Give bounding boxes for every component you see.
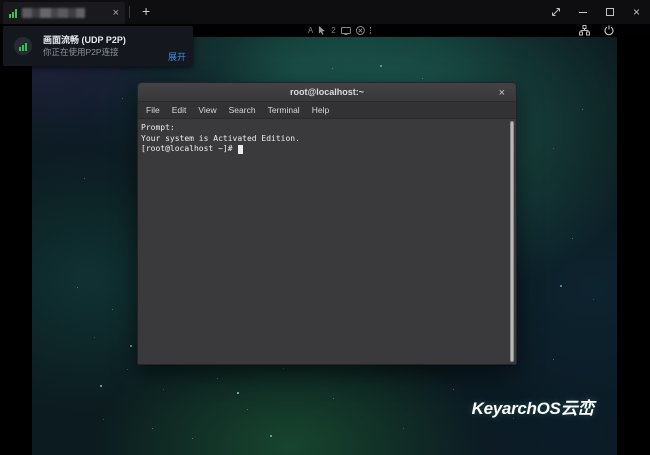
terminal-line: Your system is Activated Edition. xyxy=(141,134,515,145)
more-options-icon[interactable] xyxy=(370,27,372,34)
signal-quality-icon xyxy=(14,37,32,55)
menu-edit[interactable]: Edit xyxy=(166,105,193,115)
menu-help[interactable]: Help xyxy=(306,105,335,115)
display-number-label: 2 xyxy=(331,27,335,35)
terminal-window: root@localhost:~ × File Edit View Search… xyxy=(137,82,517,365)
terminal-prompt-line: [root@localhost ~]# xyxy=(141,144,515,155)
menu-file[interactable]: File xyxy=(140,105,166,115)
terminal-menubar: File Edit View Search Terminal Help xyxy=(138,102,516,119)
new-tab-button[interactable]: + xyxy=(134,0,158,24)
connection-notification: 画面流畅 (UDP P2P) 你正在使用P2P连接 展开 xyxy=(3,26,193,66)
toolbar-right-icons xyxy=(579,24,614,37)
power-icon[interactable] xyxy=(604,25,614,36)
censored-tab-title xyxy=(22,8,105,18)
maximize-icon xyxy=(606,8,614,16)
fullscreen-button[interactable] xyxy=(542,0,569,24)
maximize-button[interactable] xyxy=(596,0,623,24)
network-icon[interactable] xyxy=(579,25,590,36)
tab-close-icon[interactable]: × xyxy=(113,8,119,19)
signal-bars-icon xyxy=(9,9,17,18)
display-icon[interactable] xyxy=(341,27,351,35)
menu-terminal[interactable]: Terminal xyxy=(262,105,306,115)
cursor-icon[interactable] xyxy=(318,26,326,35)
tab-bar: × + × xyxy=(0,0,650,24)
menu-search[interactable]: Search xyxy=(223,105,262,115)
terminal-title: root@localhost:~ xyxy=(290,87,364,97)
notification-expand-link[interactable]: 展开 xyxy=(168,50,186,63)
terminal-cursor xyxy=(238,145,243,154)
session-tab[interactable]: × xyxy=(3,2,125,24)
menu-view[interactable]: View xyxy=(192,105,222,115)
minimize-icon xyxy=(579,12,587,13)
window-close-button[interactable]: × xyxy=(623,0,650,24)
minimize-button[interactable] xyxy=(569,0,596,24)
fullscreen-icon xyxy=(551,7,561,17)
tab-divider xyxy=(129,6,130,18)
terminal-line: Prompt: xyxy=(141,123,515,134)
terminal-scrollbar[interactable] xyxy=(508,121,515,362)
terminal-prompt: [root@localhost ~]# xyxy=(141,144,237,155)
notification-subtitle: 你正在使用P2P连接 xyxy=(43,46,119,58)
remote-desktop-app: × + × A 2 xyxy=(0,0,650,455)
keyboard-icon[interactable]: A xyxy=(308,27,313,35)
disconnect-icon[interactable] xyxy=(356,26,365,35)
notification-title: 画面流畅 (UDP P2P) xyxy=(43,33,126,46)
terminal-titlebar[interactable]: root@localhost:~ × xyxy=(138,83,516,102)
toolbar-center-icons: A 2 xyxy=(308,24,371,37)
terminal-close-button[interactable]: × xyxy=(499,83,505,102)
window-controls: × xyxy=(542,0,650,24)
terminal-output[interactable]: Prompt: Your system is Activated Edition… xyxy=(138,119,516,364)
os-brand-logo: KeyarchOS云峦 xyxy=(472,394,594,419)
scrollbar-thumb[interactable] xyxy=(510,121,515,362)
